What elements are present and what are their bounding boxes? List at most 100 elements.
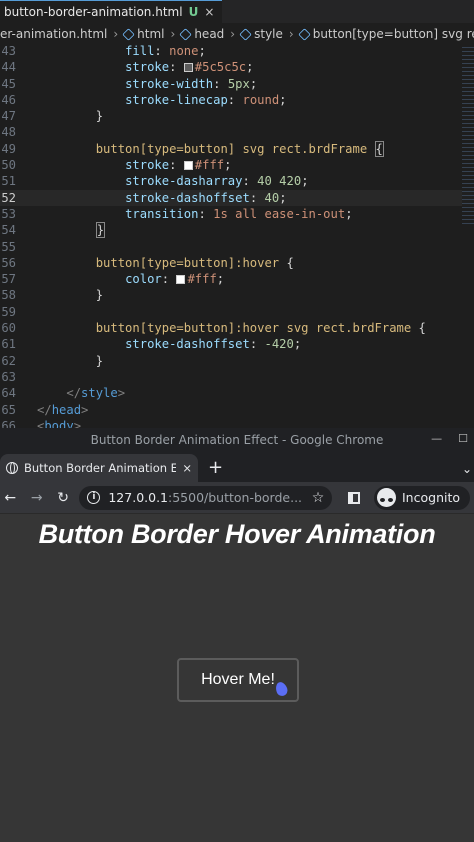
browser-tab-active[interactable]: Button Border Animation Effe × xyxy=(0,454,198,482)
code-text: button[type=button]:hover svg rect.brdFr… xyxy=(95,321,426,336)
line-number: 54 xyxy=(1,223,16,238)
bookmark-star-icon[interactable]: ☆ xyxy=(312,490,325,506)
line-number: 57 xyxy=(1,272,16,287)
code-text: </style> xyxy=(66,386,126,401)
chevron-right-icon: › xyxy=(288,27,294,41)
line-number: 66 xyxy=(1,418,16,428)
back-icon[interactable]: ← xyxy=(0,490,20,506)
window-titlebar: Button Border Animation Effect - Google … xyxy=(0,428,474,452)
line-number: 44 xyxy=(1,60,16,75)
minimize-icon[interactable]: — xyxy=(431,432,442,445)
editor-tab-filename: button-border-animation.html xyxy=(4,5,183,19)
element-icon xyxy=(122,27,135,41)
code-text: stroke-dashoffset: 40; xyxy=(125,190,287,205)
browser-toolbar: ← → ↻ i 127.0.0.1:5500/button-borde... ☆… xyxy=(0,482,474,514)
code-line[interactable]: 58 } xyxy=(0,287,474,303)
new-tab-button[interactable]: + xyxy=(198,457,233,482)
browser-tab-title: Button Border Animation Effe xyxy=(24,461,177,475)
editor-tab-bar: button-border-animation.html U × xyxy=(0,0,474,23)
code-text: transition: 1s all ease-in-out; xyxy=(125,206,353,221)
breadcrumb-label: html xyxy=(137,27,165,41)
code-line[interactable]: 51 stroke-dasharray: 40 420; xyxy=(0,173,474,189)
code-text: stroke-dasharray: 40 420; xyxy=(125,174,309,189)
code-line[interactable]: 52 stroke-dashoffset: 40; xyxy=(0,189,474,206)
code-line[interactable]: 47 } xyxy=(0,108,474,124)
line-number: 49 xyxy=(1,141,16,156)
chevron-right-icon: › xyxy=(170,27,176,41)
code-text: } xyxy=(95,222,106,239)
code-line[interactable]: 59 xyxy=(0,304,474,320)
code-editor: button-border-animation.html U × er-anim… xyxy=(0,0,474,428)
code-line[interactable]: 48 xyxy=(0,124,474,140)
breadcrumb-label: style xyxy=(254,27,283,41)
breadcrumb-item[interactable]: › button[type=button] svg rect.brdFrame xyxy=(287,27,474,41)
code-area[interactable]: 43 fill: none; 44 stroke: #5c5c5c; 45 stro… xyxy=(0,43,474,428)
code-line[interactable]: 66 <body> xyxy=(0,418,474,428)
code-line[interactable]: 57 color: #fff; xyxy=(0,271,474,287)
code-text: } xyxy=(37,353,104,368)
code-line[interactable]: 60 button[type=button]:hover svg rect.br… xyxy=(0,320,474,336)
code-line[interactable]: 43 fill: none; xyxy=(0,43,474,59)
code-line[interactable]: 63 xyxy=(0,369,474,385)
code-text: button[type=button] svg rect.brdFrame { xyxy=(95,140,384,157)
code-line[interactable]: 61 stroke-dashoffset: -420; xyxy=(0,336,474,352)
chevron-right-icon: › xyxy=(113,27,119,41)
breadcrumb-label: head xyxy=(194,27,225,41)
info-icon[interactable]: i xyxy=(87,491,101,504)
code-line[interactable]: 49 button[type=button] svg rect.brdFrame… xyxy=(0,140,474,157)
code-line[interactable]: 54 } xyxy=(0,222,474,239)
code-text: fill: none; xyxy=(125,44,206,58)
line-number: 45 xyxy=(1,76,16,91)
tab-search-icon[interactable]: ⌄ xyxy=(462,462,472,476)
code-line[interactable]: 56 button[type=button]:hover { xyxy=(0,255,474,271)
close-tab-icon[interactable]: × xyxy=(182,461,192,475)
breadcrumb-label: er-animation.html xyxy=(0,27,108,41)
element-icon xyxy=(179,27,193,41)
breadcrumb-item[interactable]: er-animation.html xyxy=(0,27,107,41)
window-title: Button Border Animation Effect - Google … xyxy=(90,433,384,447)
line-number: 53 xyxy=(1,206,16,221)
line-number: 52 xyxy=(1,190,16,205)
line-number: 62 xyxy=(1,353,16,368)
code-line[interactable]: 64 </style> xyxy=(0,385,474,401)
address-bar[interactable]: i 127.0.0.1:5500/button-borde... ☆ xyxy=(79,485,333,510)
page-viewport: Button Border Hover Animation Hover Me! xyxy=(0,515,474,842)
reload-icon[interactable]: ↻ xyxy=(53,490,73,506)
line-number: 65 xyxy=(1,402,16,417)
page-title: Button Border Hover Animation xyxy=(38,519,436,549)
incognito-label: Incognito xyxy=(402,490,461,505)
breadcrumb-item[interactable]: › head xyxy=(169,27,225,41)
git-status-badge: U xyxy=(188,5,199,19)
line-number: 50 xyxy=(1,158,16,173)
breadcrumb: er-animation.html › html › head › style › button… xyxy=(0,23,474,45)
code-line[interactable]: 44 stroke: #5c5c5c; xyxy=(0,59,474,75)
close-icon[interactable]: × xyxy=(204,5,214,19)
globe-icon xyxy=(6,462,18,474)
editor-tab-active[interactable]: button-border-animation.html U × xyxy=(0,0,223,23)
code-line[interactable]: 46 stroke-linecap: round; xyxy=(0,92,474,108)
forward-icon[interactable]: → xyxy=(26,490,46,506)
code-line[interactable]: 62 } xyxy=(0,353,474,369)
chevron-right-icon: › xyxy=(230,27,236,41)
incognito-badge[interactable]: Incognito xyxy=(374,485,471,510)
code-line[interactable]: 55 xyxy=(0,239,474,255)
line-number: 46 xyxy=(1,92,16,107)
code-line[interactable]: 50 stroke: #fff; xyxy=(0,157,474,173)
minimap[interactable] xyxy=(462,44,474,224)
code-line[interactable]: 45 stroke-width: 5px; xyxy=(0,76,474,92)
code-text: } xyxy=(37,288,104,303)
side-panel-icon[interactable] xyxy=(348,491,360,504)
line-number: 55 xyxy=(1,239,16,254)
breadcrumb-item[interactable]: › style xyxy=(228,27,283,41)
line-number: 56 xyxy=(1,255,16,270)
code-line[interactable]: 65 </head> xyxy=(0,402,474,418)
breadcrumb-item[interactable]: › html xyxy=(111,27,164,41)
browser-tab-strip: Button Border Animation Effe × + ⌄ xyxy=(0,452,474,482)
code-text: color: #fff; xyxy=(125,272,225,287)
code-text: <body> xyxy=(37,418,82,428)
browser-window: Button Border Animation Effect - Google … xyxy=(0,428,474,842)
url-text[interactable]: 127.0.0.1:5500/button-borde... xyxy=(108,490,303,505)
code-line[interactable]: 53 transition: 1s all ease-in-out; xyxy=(0,206,474,222)
maximize-icon[interactable]: ☐ xyxy=(458,432,468,445)
element-icon xyxy=(239,27,252,41)
